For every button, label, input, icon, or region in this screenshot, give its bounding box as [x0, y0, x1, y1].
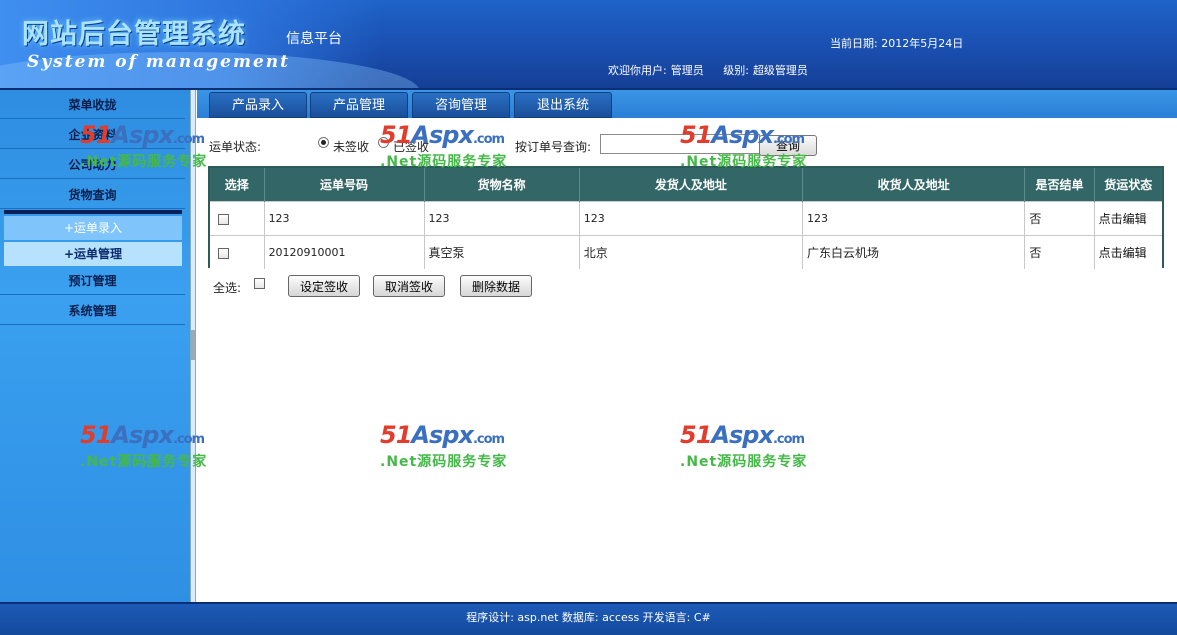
radio-signed[interactable]: [378, 137, 389, 148]
col-header-closed: 是否结单: [1024, 168, 1095, 202]
splitter-grip-icon[interactable]: [191, 330, 195, 360]
footer: 程序设计: asp.net 数据库: access 开发语言: C#: [0, 602, 1177, 635]
sidebar-splitter[interactable]: [190, 90, 196, 602]
col-header-select: 选择: [210, 168, 265, 202]
row-checkbox[interactable]: [218, 247, 229, 259]
set-signed-button[interactable]: 设定签收: [288, 275, 360, 297]
waybill-table: 选择 运单号码 货物名称 发货人及地址 收货人及地址 是否结单 货运状态 123…: [208, 166, 1164, 269]
user-name: 管理员: [670, 64, 704, 77]
table-row: 20120910001 真空泵 北京 广东白云机场 否 点击编辑: [210, 235, 1162, 269]
level-value: 超级管理员: [752, 64, 808, 77]
waybill-no-cell: 123: [264, 201, 425, 236]
waybill-no-cell: 20120910001: [264, 235, 425, 269]
sidebar: 菜单收拢 企业资料 公司动力 货物查询 +运单录入 +运单管理 预订管理 系统管…: [0, 90, 190, 602]
welcome-label: 欢迎你用户:: [608, 64, 667, 77]
user-info: 欢迎你用户: 管理员 级别: 超级管理员: [608, 62, 812, 78]
header-banner: 网站后台管理系统 System of management 信息平台 当前日期:…: [0, 0, 1177, 90]
receiver-cell: 123: [802, 201, 1026, 236]
col-header-sender: 发货人及地址: [579, 168, 804, 202]
goods-name-cell: 123: [424, 201, 580, 236]
edit-link[interactable]: 点击编辑: [1094, 201, 1162, 236]
sidebar-subitem-waybill-entry[interactable]: +运单录入: [4, 216, 182, 240]
row-select-cell: [210, 235, 265, 269]
col-header-goods-name: 货物名称: [424, 168, 580, 202]
sender-cell: 123: [579, 201, 804, 236]
site-subtitle: System of management: [27, 52, 290, 72]
site-title: 网站后台管理系统: [22, 19, 246, 50]
date-value: 2012年5月24日: [881, 37, 964, 50]
date-label: 当前日期:: [830, 37, 878, 50]
tab-product-entry[interactable]: 产品录入: [209, 92, 307, 118]
select-all-checkbox[interactable]: [254, 278, 265, 289]
sidebar-subitem-waybill-manage[interactable]: +运单管理: [4, 242, 182, 266]
row-select-cell: [210, 201, 265, 236]
search-label: 按订单号查询:: [515, 140, 592, 154]
tab-inquiry-manage[interactable]: 咨询管理: [412, 92, 510, 118]
main-content: 运单状态: 未签收 已签收 按订单号查询: 查询 选择 运单号码 货物名称 发货…: [197, 118, 1175, 602]
level-label: 级别:: [723, 64, 749, 77]
order-number-input[interactable]: [600, 134, 760, 154]
platform-label: 信息平台: [286, 31, 342, 47]
edit-link[interactable]: 点击编辑: [1094, 235, 1162, 269]
search-button[interactable]: 查询: [759, 135, 817, 156]
col-header-receiver: 收货人及地址: [802, 168, 1026, 202]
menu-collapse-toggle[interactable]: 菜单收拢: [0, 92, 185, 119]
sidebar-item-system-manage[interactable]: 系统管理: [0, 298, 185, 325]
goods-name-cell: 真空泵: [424, 235, 580, 269]
cancel-signed-button[interactable]: 取消签收: [373, 275, 445, 297]
table-row: 123 123 123 123 否 点击编辑: [210, 201, 1162, 236]
current-date: 当前日期: 2012年5月24日: [830, 35, 963, 51]
receiver-cell: 广东白云机场: [802, 235, 1026, 269]
sender-cell: 北京: [579, 235, 804, 269]
closed-cell: 否: [1024, 201, 1095, 236]
tab-product-manage[interactable]: 产品管理: [310, 92, 408, 118]
tab-bar: 产品录入 产品管理 咨询管理 退出系统: [197, 90, 1177, 118]
status-label: 运单状态:: [209, 140, 262, 154]
closed-cell: 否: [1024, 235, 1095, 269]
col-header-shipping-status: 货运状态: [1094, 168, 1162, 202]
col-header-waybill-no: 运单号码: [264, 168, 425, 202]
row-checkbox[interactable]: [218, 213, 229, 225]
sidebar-item-cargo-query[interactable]: 货物查询: [0, 182, 185, 209]
select-all-label: 全选:: [213, 281, 242, 295]
radio-unsigned-label[interactable]: 未签收: [333, 138, 369, 155]
sidebar-item-company-power[interactable]: 公司动力: [0, 152, 185, 179]
radio-signed-label[interactable]: 已签收: [393, 138, 429, 155]
table-header-row: 选择 运单号码 货物名称 发货人及地址 收货人及地址 是否结单 货运状态: [210, 168, 1162, 202]
delete-data-button[interactable]: 删除数据: [460, 275, 532, 297]
tab-logout[interactable]: 退出系统: [514, 92, 612, 118]
radio-unsigned[interactable]: [318, 137, 329, 148]
sidebar-item-booking-manage[interactable]: 预订管理: [0, 268, 185, 295]
sidebar-item-company-info[interactable]: 企业资料: [0, 122, 185, 149]
sidebar-divider: [4, 210, 182, 214]
